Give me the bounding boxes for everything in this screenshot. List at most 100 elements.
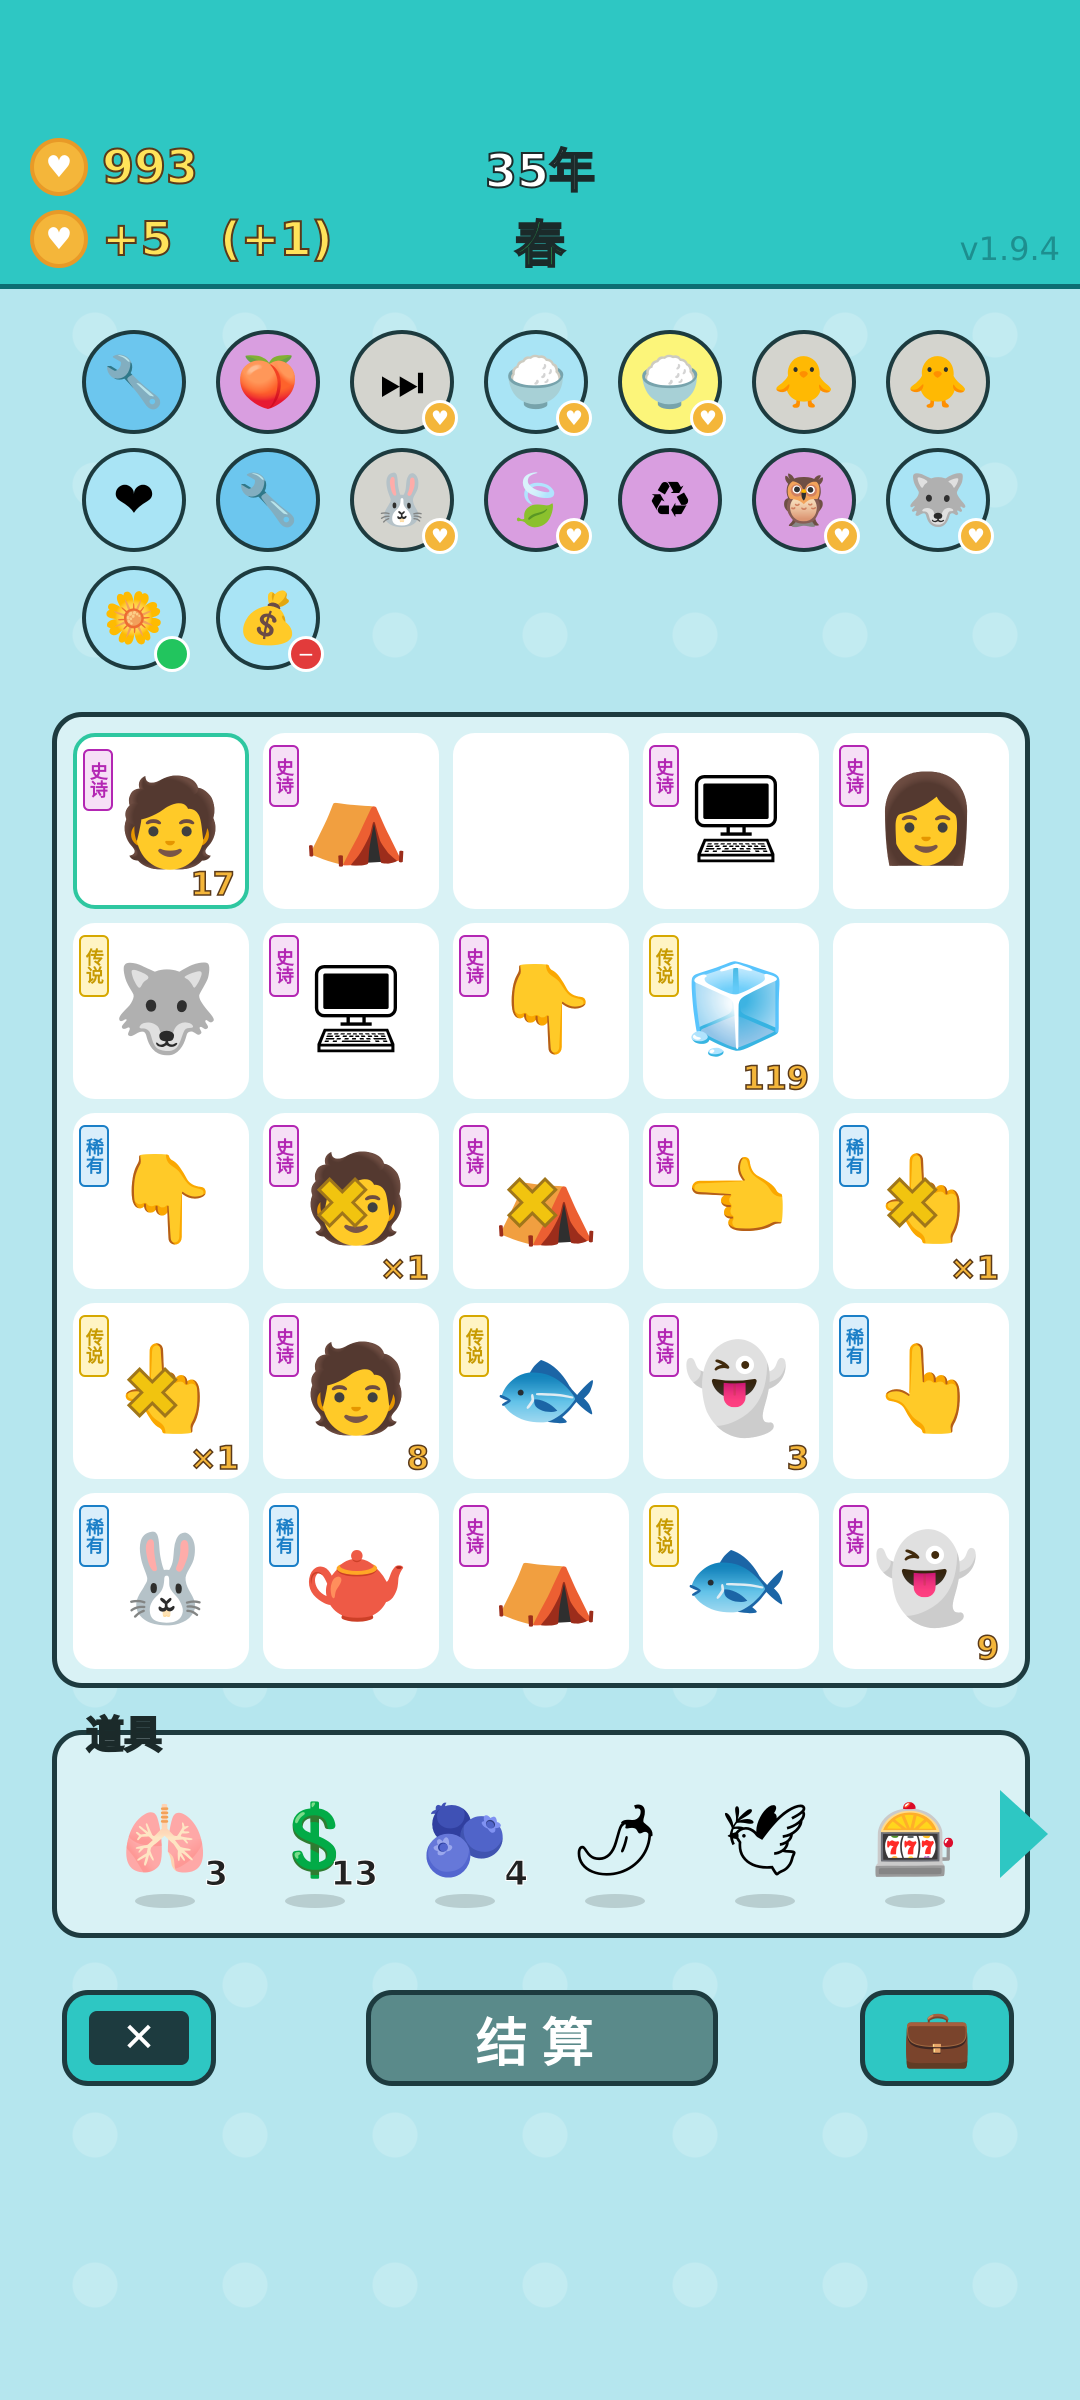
- symbol-icon: 🧑: [116, 772, 224, 873]
- relic-item[interactable]: ❤: [82, 448, 186, 552]
- relic-item[interactable]: 🍃 ♥: [484, 448, 592, 554]
- top-bar: ♥ 993 ♥ +5 (+1) 35年 春 v1.9.4: [0, 0, 1080, 289]
- board-cell[interactable]: 史诗 👈: [643, 1113, 819, 1289]
- board-cell[interactable]: 传说 🧊 119: [643, 923, 819, 1099]
- rarity-tag: 传说: [79, 935, 109, 997]
- board-cell[interactable]: 史诗 🧑 8: [263, 1303, 439, 1479]
- board-cell[interactable]: 史诗 🖥: [263, 923, 439, 1099]
- version-label: v1.9.4: [959, 230, 1060, 268]
- relic-item[interactable]: 🐺 ♥: [886, 448, 994, 554]
- symbol-icon: 🧊: [682, 958, 790, 1059]
- heart-badge-icon: ♥: [556, 400, 592, 436]
- board-cell[interactable]: 史诗 ⛺: [453, 1493, 629, 1669]
- relic-icon: 🍑: [236, 352, 300, 411]
- relic-item[interactable]: 🍚 ♥: [618, 330, 726, 436]
- rarity-tag: 史诗: [459, 1505, 489, 1567]
- relic-icon: 🐥: [772, 352, 836, 411]
- tool-count: 4: [504, 1854, 529, 1895]
- tool-shadow: [585, 1894, 645, 1908]
- coin-total: 993: [101, 139, 199, 195]
- tool-icon: 🌶: [570, 1798, 660, 1881]
- close-button[interactable]: ✕: [62, 1990, 216, 2086]
- green-badge-icon: [154, 636, 190, 672]
- tool-shadow: [285, 1894, 345, 1908]
- tool-item[interactable]: 🎰: [860, 1780, 970, 1908]
- relic-item[interactable]: 🍚 ♥: [484, 330, 592, 436]
- board-cell[interactable]: 稀有 👇: [73, 1113, 249, 1289]
- board-cell[interactable]: 史诗 🧑 17: [73, 733, 249, 909]
- symbol-icon: 🐰: [112, 1528, 220, 1629]
- board-cell[interactable]: [453, 733, 629, 909]
- tools-title: 道具: [85, 1712, 163, 1758]
- relic-item[interactable]: ⏭ ♥: [350, 330, 458, 436]
- remove-mark-icon: ✖: [122, 1352, 184, 1437]
- relic-icon: 🍚: [638, 352, 702, 411]
- board-cell[interactable]: 史诗 ⛺: [263, 733, 439, 909]
- board-cell[interactable]: 传说 👆 ✖ ×1: [73, 1303, 249, 1479]
- board-cell[interactable]: 史诗 ⛺ ✖: [453, 1113, 629, 1289]
- remove-mark-icon: ✖: [312, 1162, 374, 1247]
- tool-item[interactable]: 🕊: [710, 1780, 820, 1908]
- relic-icon: ❤: [113, 471, 155, 529]
- relic-icon: 🍚: [504, 352, 568, 411]
- relic-item[interactable]: 🔧: [82, 330, 186, 434]
- relic-item[interactable]: 🦉 ♥: [752, 448, 860, 554]
- board-cell[interactable]: 稀有 🐰: [73, 1493, 249, 1669]
- coin-icon: ♥: [30, 138, 88, 196]
- relic-item[interactable]: 💰 −: [216, 566, 324, 672]
- tool-item[interactable]: 🌶: [560, 1780, 670, 1908]
- board-cell[interactable]: 史诗 👻 3: [643, 1303, 819, 1479]
- board-cell[interactable]: 传说 🐺: [73, 923, 249, 1099]
- symbol-icon: 👇: [492, 958, 600, 1059]
- board-cell[interactable]: 传说 🐟: [453, 1303, 629, 1479]
- rarity-tag: 史诗: [839, 1505, 869, 1567]
- tool-item[interactable]: 🫐 4: [410, 1780, 528, 1908]
- tool-item[interactable]: 🫁 3: [110, 1780, 228, 1908]
- coin-icon: ♥: [30, 210, 88, 268]
- relic-item[interactable]: 🐥: [752, 330, 856, 434]
- relic-icon: 🐺: [906, 470, 970, 529]
- board-cell[interactable]: 史诗 👇: [453, 923, 629, 1099]
- board-cell[interactable]: 史诗 👻 9: [833, 1493, 1009, 1669]
- symbol-icon: 🧑: [302, 1338, 410, 1439]
- board-cell[interactable]: [833, 923, 1009, 1099]
- relic-item[interactable]: 🍑: [216, 330, 320, 434]
- income-row: ♥ +5: [30, 210, 174, 268]
- board-cell[interactable]: 史诗 👩: [833, 733, 1009, 909]
- next-arrow-icon[interactable]: [1000, 1790, 1048, 1878]
- tool-item[interactable]: 💲 13: [260, 1780, 379, 1908]
- rarity-tag: 史诗: [269, 1125, 299, 1187]
- board-cell[interactable]: 稀有 🫖: [263, 1493, 439, 1669]
- symbol-icon: 🖥: [301, 958, 411, 1059]
- symbol-count: 9: [976, 1628, 1000, 1668]
- tool-shadow: [885, 1894, 945, 1908]
- symbol-icon: 🫖: [302, 1528, 410, 1629]
- symbol-count: 8: [406, 1438, 430, 1478]
- red-badge-icon: −: [288, 636, 324, 672]
- relic-item[interactable]: 🔧: [216, 448, 320, 552]
- rarity-tag: 稀有: [79, 1505, 109, 1567]
- relic-icon: 🐥: [906, 352, 970, 411]
- season-label: 春: [514, 215, 566, 275]
- relic-icon: 🍃: [504, 470, 568, 529]
- board-cell[interactable]: 传说 🐟: [643, 1493, 819, 1669]
- symbol-icon: ⛺: [492, 1528, 600, 1629]
- board-cell[interactable]: 稀有 👆 ✖ ×1: [833, 1113, 1009, 1289]
- rarity-tag: 史诗: [269, 935, 299, 997]
- symbol-icon: 👻: [682, 1338, 790, 1439]
- board-cell[interactable]: 史诗 🖥: [643, 733, 819, 909]
- board-cell[interactable]: 稀有 👆: [833, 1303, 1009, 1479]
- symbol-count: ×1: [189, 1438, 240, 1478]
- relic-item[interactable]: ♻: [618, 448, 722, 552]
- income-value: +5: [101, 211, 174, 267]
- relic-icon: ♻: [647, 471, 693, 529]
- board-cell[interactable]: 史诗 🧑 ✖ ×1: [263, 1113, 439, 1289]
- relic-item[interactable]: 🐥: [886, 330, 990, 434]
- relic-icon: ⏭: [379, 352, 425, 411]
- relic-item[interactable]: 🌼: [82, 566, 190, 672]
- bag-button[interactable]: 💼: [860, 1990, 1014, 2086]
- settle-button[interactable]: 结算: [366, 1990, 718, 2086]
- heart-badge-icon: ♥: [556, 518, 592, 554]
- rarity-tag: 史诗: [649, 1125, 679, 1187]
- relic-item[interactable]: 🐰 ♥: [350, 448, 458, 554]
